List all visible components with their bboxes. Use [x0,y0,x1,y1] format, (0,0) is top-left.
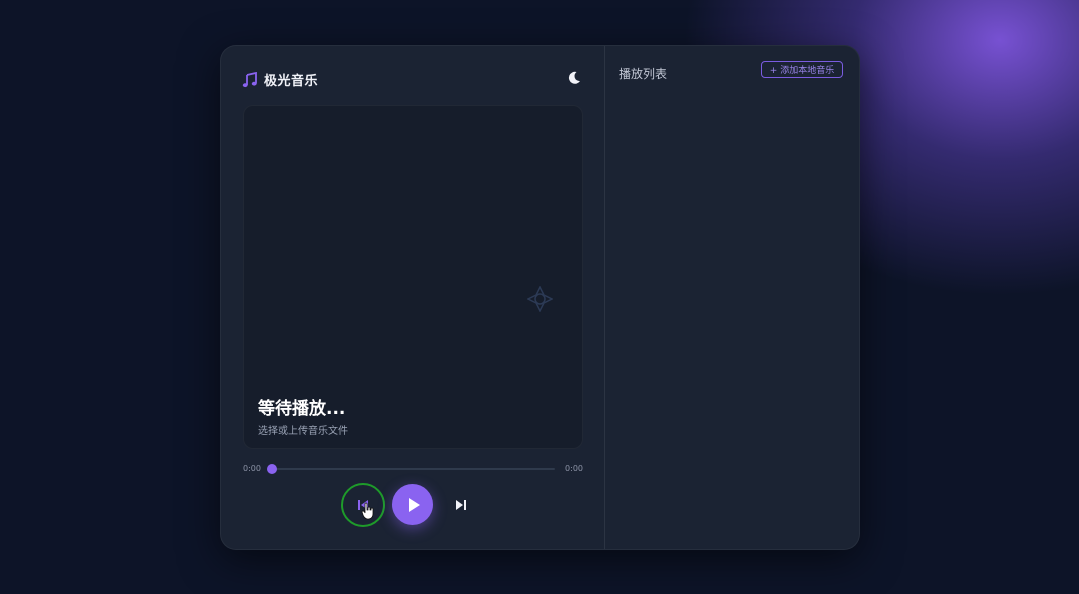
skip-next-icon [456,500,466,510]
app-name: 极光音乐 [264,74,319,89]
playlist-panel: 播放列表 + 添加本地音乐 [605,46,859,549]
song-title: 等待播放... [258,399,346,419]
song-subtitle: 选择或上传音乐文件 [258,426,348,437]
album-artwork: 等待播放... 选择或上传音乐文件 [243,105,583,449]
progress-track[interactable] [267,464,555,474]
add-local-music-button[interactable]: + 添加本地音乐 [761,61,843,78]
play-icon [408,497,420,512]
moon-icon[interactable] [566,70,582,86]
playback-controls [221,483,604,527]
compass-icon [527,286,553,312]
progress-bar: 0:00 0:00 [243,462,583,476]
brand: 极光音乐 [242,70,318,89]
play-button[interactable] [392,484,433,525]
player-card: 极光音乐 等待播放... 选择或上传音乐文件 0:00 0:00 播放列表 + … [220,45,860,550]
music-note-icon [242,71,257,87]
playlist-title: 播放列表 [619,67,668,81]
current-time: 0:00 [243,464,261,473]
total-time: 0:00 [565,464,583,473]
progress-thumb[interactable] [267,464,277,474]
hand-cursor-icon [361,502,374,520]
next-button[interactable] [451,495,471,515]
player-panel: 极光音乐 等待播放... 选择或上传音乐文件 0:00 0:00 [221,46,604,549]
